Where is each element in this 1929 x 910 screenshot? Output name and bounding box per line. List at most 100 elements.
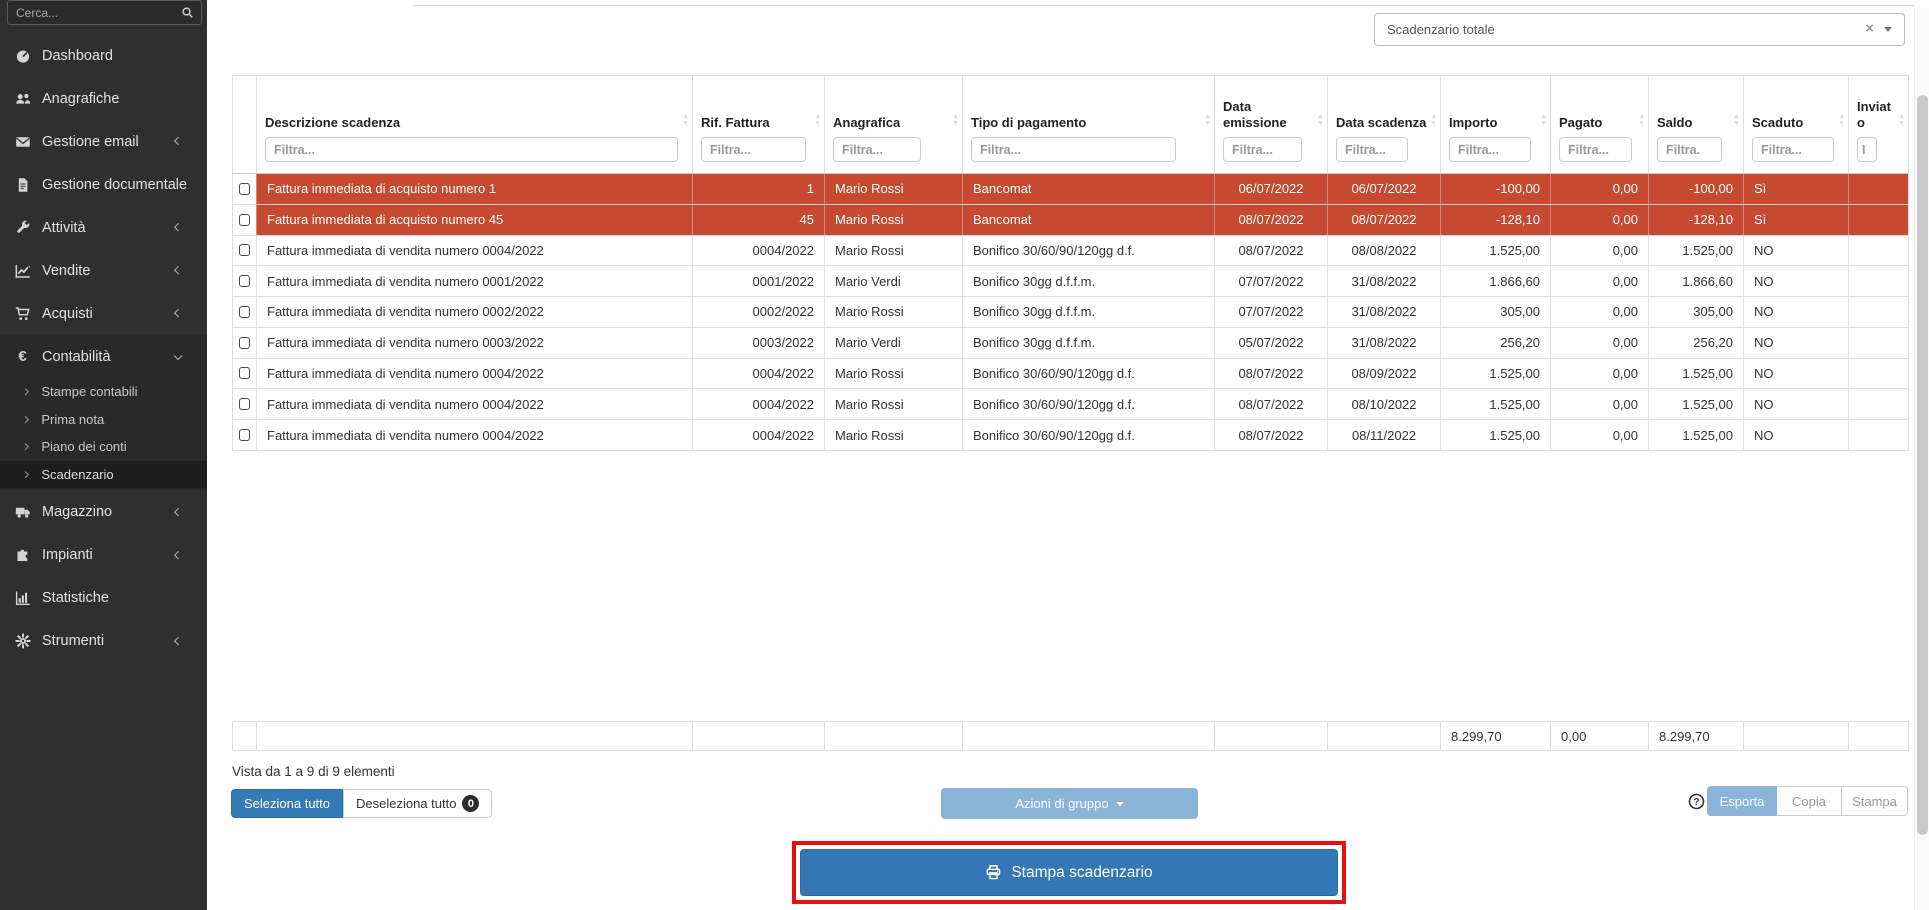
row-checkbox[interactable]: [239, 429, 250, 441]
row-checkbox-cell: [232, 174, 256, 204]
sidebar-item-vendite[interactable]: Vendite: [0, 249, 207, 292]
sidebar-item-contabilita[interactable]: €Contabilità: [0, 335, 207, 378]
select-all-button[interactable]: Seleziona tutto: [231, 789, 343, 818]
sidebar-item-label: Magazzino: [42, 504, 112, 520]
sidebar-item-stampe-contabili[interactable]: Stampe contabili: [0, 378, 207, 406]
table-row[interactable]: Fattura immediata di acquisto numero 454…: [232, 205, 1909, 236]
selection-count-badge: 0: [462, 795, 479, 812]
sort-header-data-scadenza[interactable]: Data scadenza: [1336, 115, 1432, 131]
scrollbar-thumb[interactable]: [1917, 95, 1928, 835]
sort-header-data-emissione[interactable]: Data emissione: [1223, 99, 1319, 132]
filter-input-inviato[interactable]: [1857, 137, 1877, 162]
group-actions-button[interactable]: Azioni di gruppo: [941, 788, 1198, 819]
table-row[interactable]: Fattura immediata di vendita numero 0003…: [232, 328, 1909, 359]
sort-icon: ▲▼: [1317, 114, 1324, 127]
row-checkbox[interactable]: [239, 244, 250, 256]
total-pagato: 0,00: [1550, 722, 1648, 750]
sidebar-item-scadenzario[interactable]: Scadenzario: [0, 461, 207, 489]
filter-input-anagrafica[interactable]: [833, 137, 921, 162]
sidebar-item-acquisti[interactable]: Acquisti: [0, 292, 207, 335]
chevron-right-icon: [22, 471, 30, 479]
sort-header-scaduto[interactable]: Scaduto: [1752, 115, 1840, 131]
sidebar-item-piano-dei-conti[interactable]: Piano dei conti: [0, 433, 207, 461]
sidebar-item-gestione-email[interactable]: Gestione email: [0, 120, 207, 163]
sidebar-item-prima-nota[interactable]: Prima nota: [0, 406, 207, 434]
print-table-button[interactable]: Stampa: [1842, 786, 1908, 816]
copy-button[interactable]: Copia: [1777, 786, 1842, 816]
row-checkbox[interactable]: [239, 214, 250, 226]
sort-header-pagato[interactable]: Pagato: [1559, 115, 1640, 131]
sort-header-descrizione-scadenza[interactable]: Descrizione scadenza: [265, 115, 684, 131]
cell-data-scadenza: 06/07/2022: [1327, 174, 1440, 204]
filter-input-saldo[interactable]: [1657, 137, 1722, 162]
deselect-all-button[interactable]: Deseleziona tutto 0: [343, 789, 492, 818]
total-data-emissione: [1214, 722, 1327, 750]
cell-pagato: 0,00: [1550, 266, 1648, 296]
sidebar-item-impianti[interactable]: Impianti: [0, 533, 207, 576]
sort-header-rif-fattura[interactable]: Rif. Fattura: [701, 115, 816, 131]
cell-anagrafica: Mario Rossi: [824, 420, 962, 450]
table-row[interactable]: Fattura immediata di vendita numero 0004…: [232, 236, 1909, 267]
sort-header-saldo[interactable]: Saldo: [1657, 115, 1735, 131]
cell-saldo: 1.866,60: [1648, 266, 1743, 296]
filter-input-data-emissione[interactable]: [1223, 137, 1302, 162]
row-checkbox[interactable]: [239, 398, 250, 410]
table-row[interactable]: Fattura immediata di acquisto numero 11M…: [232, 174, 1909, 205]
sort-header-anagrafica[interactable]: Anagrafica: [833, 115, 954, 131]
chevron-left-icon: [174, 507, 183, 516]
filter-input-pagato[interactable]: [1559, 137, 1632, 162]
export-button[interactable]: Esporta: [1707, 786, 1777, 816]
sort-header-inviato[interactable]: Inviato: [1857, 99, 1900, 132]
sort-header-tipo-di-pagamento[interactable]: Tipo di pagamento: [971, 115, 1206, 131]
column-header-descrizione-scadenza: Descrizione scadenza▲▼: [256, 76, 692, 173]
help-icon[interactable]: ?: [1688, 793, 1705, 810]
cell-scaduto: NO: [1743, 297, 1848, 327]
row-checkbox[interactable]: [239, 275, 250, 287]
search-input[interactable]: [8, 6, 181, 20]
row-checkbox[interactable]: [239, 367, 250, 379]
cell-saldo: -100,00: [1648, 174, 1743, 204]
sidebar-item-statistiche[interactable]: Statistiche: [0, 576, 207, 619]
row-checkbox[interactable]: [239, 337, 250, 349]
sidebar-item-magazzino[interactable]: Magazzino: [0, 490, 207, 533]
cell-data-scadenza: 31/08/2022: [1327, 266, 1440, 296]
sidebar-item-attivita[interactable]: Attività: [0, 206, 207, 249]
sidebar-item-label: Gestione documentale: [42, 177, 187, 193]
table-row[interactable]: Fattura immediata di vendita numero 0004…: [232, 420, 1909, 451]
row-checkbox[interactable]: [239, 183, 250, 195]
total-scaduto: [1743, 722, 1848, 750]
sort-header-importo[interactable]: Importo: [1449, 115, 1542, 131]
document-icon: [14, 176, 31, 193]
chevron-right-icon: [22, 388, 30, 396]
sidebar-item-anagrafiche[interactable]: Anagrafiche: [0, 77, 207, 120]
filter-input-rif-fattura[interactable]: [701, 137, 806, 162]
sidebar-item-dashboard[interactable]: Dashboard: [0, 34, 207, 77]
filter-input-descrizione-scadenza[interactable]: [265, 137, 678, 162]
chevron-down-icon[interactable]: [1884, 27, 1892, 32]
cell-scaduto: NO: [1743, 236, 1848, 266]
cell-rif-fattura: 0004/2022: [692, 359, 824, 389]
sidebar-item-gestione-documentale[interactable]: Gestione documentale: [0, 163, 207, 206]
table-row[interactable]: Fattura immediata di vendita numero 0004…: [232, 359, 1909, 390]
sidebar-item-label: Contabilità: [42, 349, 111, 365]
table-row[interactable]: Fattura immediata di vendita numero 0002…: [232, 297, 1909, 328]
search-icon[interactable]: [181, 6, 194, 19]
filter-input-tipo-di-pagamento[interactable]: [971, 137, 1176, 162]
schedule-filter-select[interactable]: Scadenzario totale ×: [1374, 13, 1905, 46]
filter-input-scaduto[interactable]: [1752, 137, 1834, 162]
chevron-left-icon: [174, 309, 183, 318]
table-row[interactable]: Fattura immediata di vendita numero 0001…: [232, 266, 1909, 297]
cell-importo: 305,00: [1440, 297, 1550, 327]
scrollbar-track[interactable]: [1914, 8, 1929, 910]
clear-icon[interactable]: ×: [1865, 19, 1874, 38]
table-row[interactable]: Fattura immediata di vendita numero 0004…: [232, 389, 1909, 420]
sort-icon: ▲▼: [1540, 114, 1547, 127]
filter-input-importo[interactable]: [1449, 137, 1531, 162]
row-checkbox-cell: [232, 420, 256, 450]
row-checkbox-cell: [232, 236, 256, 266]
filter-input-data-scadenza[interactable]: [1336, 137, 1408, 162]
print-schedule-button[interactable]: Stampa scadenzario: [800, 849, 1338, 896]
cell-inviato: [1848, 328, 1908, 358]
row-checkbox[interactable]: [239, 306, 250, 318]
sidebar-item-strumenti[interactable]: Strumenti: [0, 619, 207, 662]
